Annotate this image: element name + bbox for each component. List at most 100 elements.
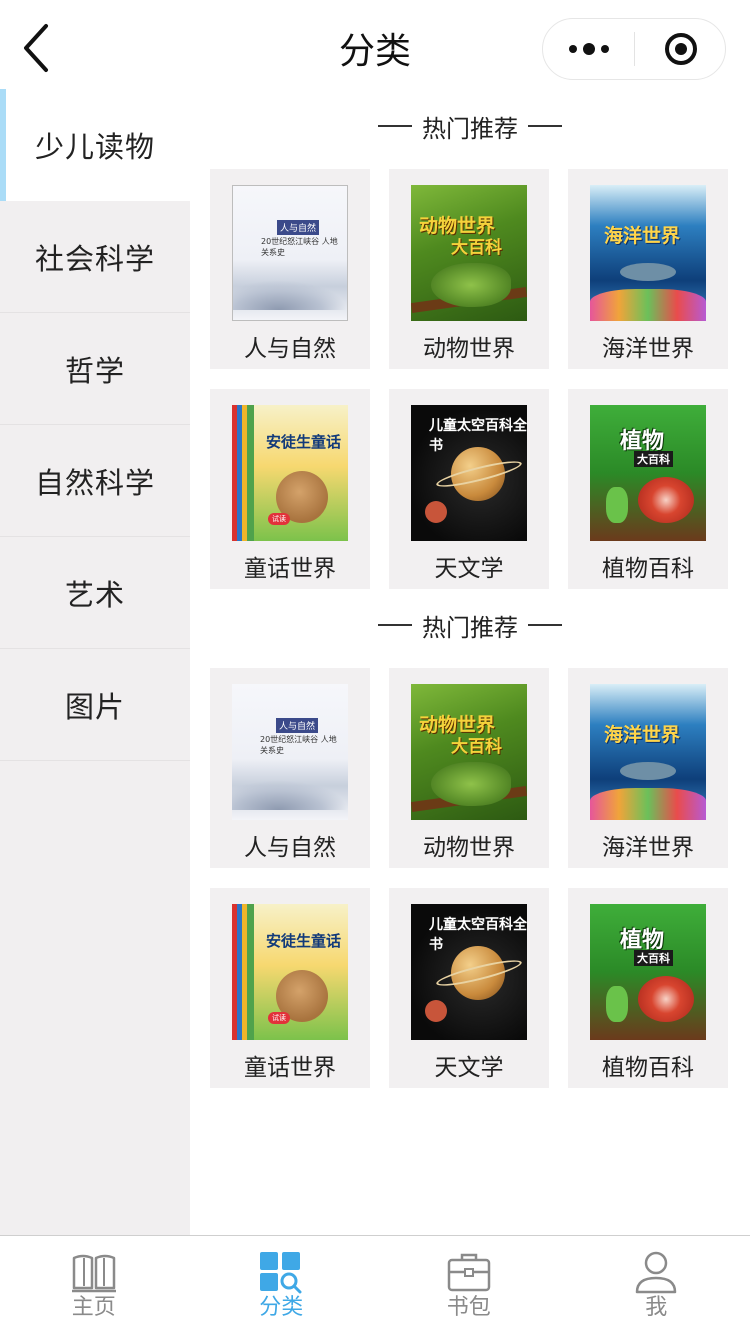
section-title: 热门推荐 bbox=[190, 100, 750, 152]
cover-badge: 试读 bbox=[268, 1012, 290, 1024]
book-card[interactable]: 海洋世界 海洋世界 bbox=[568, 668, 728, 868]
section-title-text: 热门推荐 bbox=[422, 114, 518, 143]
title-line bbox=[528, 125, 562, 127]
sidebar-item-label: 图片 bbox=[64, 689, 125, 724]
sidebar-item-label: 哲学 bbox=[64, 353, 125, 388]
cover-title: 海洋世界 bbox=[604, 724, 681, 746]
category-sidebar: 少儿读物 社会科学 哲学 自然科学 艺术 图片 bbox=[0, 89, 190, 1235]
cover-subtitle: 大百科 bbox=[634, 950, 673, 966]
sidebar-item-label: 少儿读物 bbox=[34, 130, 155, 164]
book-cover: 人与自然 20世纪怒江峡谷 人地关系史 bbox=[232, 185, 348, 321]
sidebar-item-social-science[interactable]: 社会科学 bbox=[0, 201, 190, 313]
active-indicator bbox=[0, 89, 6, 201]
coral-illustration bbox=[590, 289, 706, 321]
more-dot-icon bbox=[582, 43, 595, 55]
book-cover: 海洋世界 bbox=[590, 684, 706, 820]
sidebar-item-children-books[interactable]: 少儿读物 bbox=[0, 89, 190, 201]
book-title: 人与自然 bbox=[244, 336, 336, 362]
book-card[interactable]: 安徒生童话 试读 童话世界 bbox=[210, 389, 370, 589]
tab-home[interactable]: 主页 bbox=[0, 1236, 188, 1334]
book-title: 动物世界 bbox=[423, 336, 515, 362]
cover-subtitle: 大百科 bbox=[634, 451, 673, 467]
shark-illustration bbox=[620, 263, 676, 281]
bag-icon bbox=[445, 1250, 493, 1294]
cover-tag: 人与自然 bbox=[276, 718, 319, 733]
coral-illustration bbox=[590, 788, 706, 820]
flower-illustration bbox=[638, 976, 694, 1022]
title-line bbox=[378, 624, 412, 626]
book-cover: 植物 大百科 bbox=[590, 405, 706, 541]
cactus-illustration bbox=[606, 986, 628, 1022]
book-cover: 植物 大百科 bbox=[590, 904, 706, 1040]
book-cover: 儿童太空百科全书 bbox=[411, 904, 527, 1040]
shark-illustration bbox=[620, 762, 676, 780]
book-content: 热门推荐 人与自然 20世纪怒江峡谷 人地关系史 人与自然 动物世界 大百科 动… bbox=[190, 100, 750, 1088]
tab-me[interactable]: 我 bbox=[563, 1236, 750, 1334]
cover-title: 安徒生童话 bbox=[266, 433, 342, 451]
more-button[interactable] bbox=[543, 19, 634, 79]
bottom-tab-bar: 主页 分类 书包 我 bbox=[0, 1235, 750, 1334]
book-title: 童话世界 bbox=[244, 556, 336, 582]
planet-illustration bbox=[425, 501, 447, 523]
book-card[interactable]: 儿童太空百科全书 天文学 bbox=[389, 888, 549, 1088]
book-title: 植物百科 bbox=[602, 556, 694, 582]
user-icon bbox=[632, 1250, 680, 1294]
book-card[interactable]: 植物 大百科 植物百科 bbox=[568, 389, 728, 589]
book-card[interactable]: 人与自然 20世纪怒江峡谷 人地关系史 人与自然 bbox=[210, 169, 370, 369]
tab-label: 书包 bbox=[446, 1295, 491, 1320]
cover-tag: 人与自然 bbox=[277, 220, 320, 235]
sidebar-item-pictures[interactable]: 图片 bbox=[0, 649, 190, 761]
cover-subtitle: 大百科 bbox=[451, 737, 502, 757]
planet-illustration bbox=[425, 1000, 447, 1022]
sidebar-item-label: 社会科学 bbox=[34, 241, 155, 276]
book-title: 动物世界 bbox=[423, 835, 515, 861]
tab-label: 主页 bbox=[71, 1295, 116, 1320]
tab-label: 分类 bbox=[259, 1295, 304, 1320]
target-icon bbox=[665, 33, 697, 65]
book-cover: 儿童太空百科全书 bbox=[411, 405, 527, 541]
section-title-text: 热门推荐 bbox=[422, 613, 518, 642]
book-spines bbox=[232, 904, 254, 1040]
book-card[interactable]: 动物世界 大百科 动物世界 bbox=[389, 668, 549, 868]
sidebar-item-art[interactable]: 艺术 bbox=[0, 537, 190, 649]
section-title: 热门推荐 bbox=[190, 599, 750, 651]
book-card[interactable]: 海洋世界 海洋世界 bbox=[568, 169, 728, 369]
book-cover: 人与自然 20世纪怒江峡谷 人地关系史 bbox=[232, 684, 348, 820]
mini-program-capsule bbox=[542, 18, 726, 80]
mountain-illustration bbox=[232, 780, 348, 810]
book-cover: 海洋世界 bbox=[590, 185, 706, 321]
book-title: 海洋世界 bbox=[602, 336, 694, 362]
book-card[interactable]: 儿童太空百科全书 天文学 bbox=[389, 389, 549, 589]
sidebar-item-natural-science[interactable]: 自然科学 bbox=[0, 425, 190, 537]
title-line bbox=[528, 624, 562, 626]
tab-category[interactable]: 分类 bbox=[188, 1236, 376, 1334]
tab-schoolbag[interactable]: 书包 bbox=[375, 1236, 563, 1334]
cover-subtitle: 大百科 bbox=[451, 238, 502, 258]
book-title: 天文学 bbox=[434, 556, 504, 582]
book-cover: 安徒生童话 试读 bbox=[232, 904, 348, 1040]
mountain-illustration bbox=[233, 280, 347, 310]
close-miniprogram-button[interactable] bbox=[635, 19, 727, 79]
book-title: 童话世界 bbox=[244, 1055, 336, 1081]
sidebar-item-label: 自然科学 bbox=[34, 465, 155, 500]
cover-subtitle: 20世纪怒江峡谷 人地关系史 bbox=[260, 735, 337, 755]
book-icon bbox=[70, 1250, 118, 1294]
book-card[interactable]: 动物世界 大百科 动物世界 bbox=[389, 169, 549, 369]
sidebar-item-label: 艺术 bbox=[64, 577, 125, 612]
chameleon-illustration bbox=[431, 263, 511, 307]
book-cover: 动物世界 大百科 bbox=[411, 684, 527, 820]
cactus-illustration bbox=[606, 487, 628, 523]
navigation-bar: 分类 bbox=[0, 0, 750, 100]
book-title: 植物百科 bbox=[602, 1055, 694, 1081]
sidebar-item-philosophy[interactable]: 哲学 bbox=[0, 313, 190, 425]
book-card[interactable]: 安徒生童话 试读 童话世界 bbox=[210, 888, 370, 1088]
book-card[interactable]: 人与自然 20世纪怒江峡谷 人地关系史 人与自然 bbox=[210, 668, 370, 868]
title-line bbox=[378, 125, 412, 127]
book-card[interactable]: 植物 大百科 植物百科 bbox=[568, 888, 728, 1088]
book-cover: 动物世界 大百科 bbox=[411, 185, 527, 321]
cover-title: 安徒生童话 bbox=[266, 932, 342, 950]
tab-label: 我 bbox=[645, 1295, 668, 1320]
more-dot-icon bbox=[600, 45, 609, 53]
category-icon bbox=[257, 1250, 305, 1294]
cover-title: 海洋世界 bbox=[604, 225, 681, 247]
